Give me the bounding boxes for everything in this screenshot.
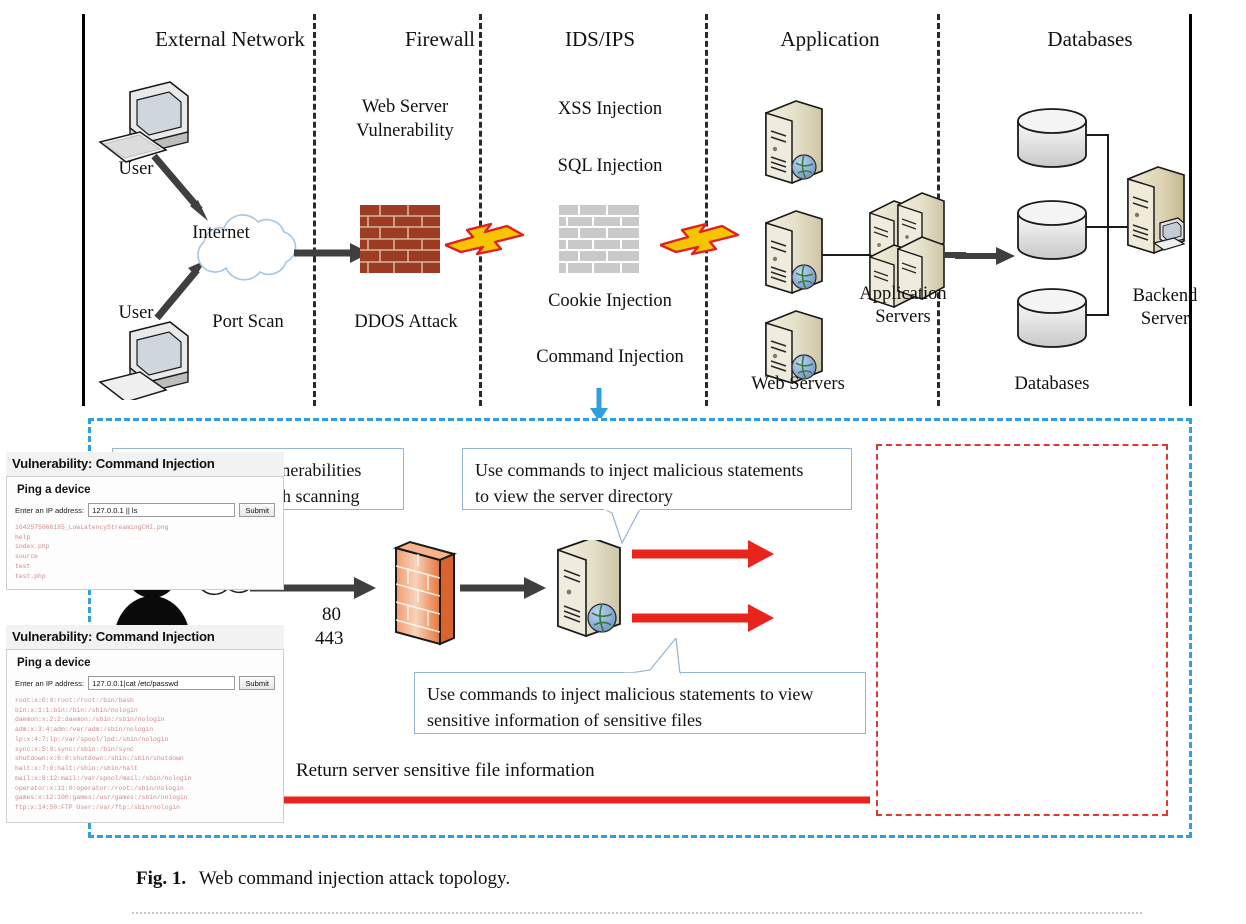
figure-caption: Fig. 1. Web command injection attack top… <box>136 868 511 889</box>
vuln-card-2-field-label: Enter an IP address: <box>15 678 85 688</box>
database-cylinder-3 <box>1017 288 1087 348</box>
label-cookie-injection: Cookie Injection <box>548 291 672 311</box>
label-port-scan: Port Scan <box>212 312 284 332</box>
label-port-80: 80 <box>322 604 341 625</box>
caption-divider <box>132 912 1142 914</box>
vuln-card-1-title: Vulnerability: Command Injection <box>6 452 284 476</box>
application-zone-graphics <box>765 100 966 385</box>
callout-view-directory: Use commands to inject malicious stateme… <box>462 448 852 510</box>
label-sql-injection: SQL Injection <box>557 156 663 176</box>
vuln-card-2-body: Ping a device Enter an IP address: Submi… <box>6 649 284 823</box>
zone-title-external-network: External Network <box>155 27 305 51</box>
label-internet: Internet <box>192 223 250 243</box>
database-cylinder-1 <box>1017 108 1087 168</box>
label-web-servers: Web Servers <box>751 374 845 394</box>
target-web-server-icon <box>557 540 621 638</box>
label-backend-server: Backend Server <box>1110 285 1220 331</box>
vuln-card-1-subtitle: Ping a device <box>17 484 91 496</box>
label-return-info: Return server sensitive file information <box>296 760 595 781</box>
vuln-card-1-submit-button[interactable]: Submit <box>239 503 275 517</box>
ids-ips-wall-icon <box>559 205 639 273</box>
vuln-card-1-field-label: Enter an IP address: <box>15 505 85 515</box>
figure-label: Fig. 1 <box>136 868 182 889</box>
backend-server-icon <box>1127 166 1186 255</box>
figure-caption-text: Web command injection attack topology. <box>198 868 511 889</box>
database-cylinder-2 <box>1017 200 1087 260</box>
red-arrow-to-panel-2 <box>632 604 774 632</box>
zone-title-application: Application <box>780 27 880 51</box>
figure-page: External Network Firewall IDS/IPS Applic… <box>0 0 1246 924</box>
label-user-top: User <box>118 159 154 179</box>
web-server-icon-2 <box>765 210 823 295</box>
zone-divider-2 <box>479 14 482 406</box>
lightning-bolt-icon-1 <box>445 222 525 256</box>
label-ddos-attack: DDOS Attack <box>354 312 458 332</box>
firewall-brick-icon <box>360 205 440 273</box>
vulnerability-card-1: Vulnerability: Command Injection Ping a … <box>6 452 284 590</box>
red-arrow-to-panel-1 <box>632 540 774 568</box>
vuln-card-1-body: Ping a device Enter an IP address: Submi… <box>6 476 284 590</box>
label-servers-line2: Servers <box>875 307 931 328</box>
label-backend-line1: Backend <box>1132 286 1198 306</box>
callout-directory-line1: Use commands to inject malicious stateme… <box>475 460 804 480</box>
vuln-card-1-ip-input[interactable] <box>88 503 236 517</box>
arrow-internet-to-firewall <box>294 243 370 263</box>
label-web-server-line1: Web Server <box>361 97 449 117</box>
label-vulnerability-line2: Vulnerability <box>356 120 454 141</box>
label-application-line1: Application <box>859 284 947 304</box>
vuln-card-2-submit-button[interactable]: Submit <box>239 676 275 690</box>
user-computer-top <box>98 81 189 163</box>
label-application-servers: Application Servers <box>838 283 968 329</box>
databases-graphics <box>1017 108 1186 348</box>
lightning-bolt-icon-2 <box>660 222 740 256</box>
label-command-injection: Command Injection <box>536 347 684 367</box>
label-server-line2: Server <box>1140 309 1190 330</box>
label-port-443: 443 <box>315 628 344 649</box>
vuln-card-2-form: Enter an IP address: Submit <box>15 676 275 690</box>
vuln-card-2-output: root:x:0:0:root:/root:/bin/bash bin:x:1:… <box>15 697 192 812</box>
vuln-card-1-form: Enter an IP address: Submit <box>15 503 275 517</box>
vulnerability-card-2: Vulnerability: Command Injection Ping a … <box>6 625 284 823</box>
vulnerability-screenshots-frame <box>876 444 1168 816</box>
label-xss-injection: XSS Injection <box>557 99 663 119</box>
zone-title-ids-ips: IDS/IPS <box>564 27 636 51</box>
arrow-firewall-to-server <box>460 577 546 599</box>
label-web-server-vulnerability: Web Server Vulnerability <box>320 96 490 143</box>
label-user-bottom: User <box>118 303 154 323</box>
vuln-card-2-ip-input[interactable] <box>88 676 236 690</box>
zone-title-databases: Databases <box>1047 27 1133 51</box>
web-server-icon-1 <box>765 100 823 185</box>
firewall-3d-icon <box>392 540 458 646</box>
vuln-card-2-subtitle: Ping a device <box>17 657 91 669</box>
callout-directory-line2: to view the server directory <box>475 486 673 507</box>
vuln-card-2-title: Vulnerability: Command Injection <box>6 625 284 649</box>
vuln-card-1-output: 1642575066185_LowLatencyStreamingCHI.png… <box>15 524 169 580</box>
label-databases-bottom: Databases <box>1014 374 1090 394</box>
user-computer-bottom <box>98 321 189 400</box>
